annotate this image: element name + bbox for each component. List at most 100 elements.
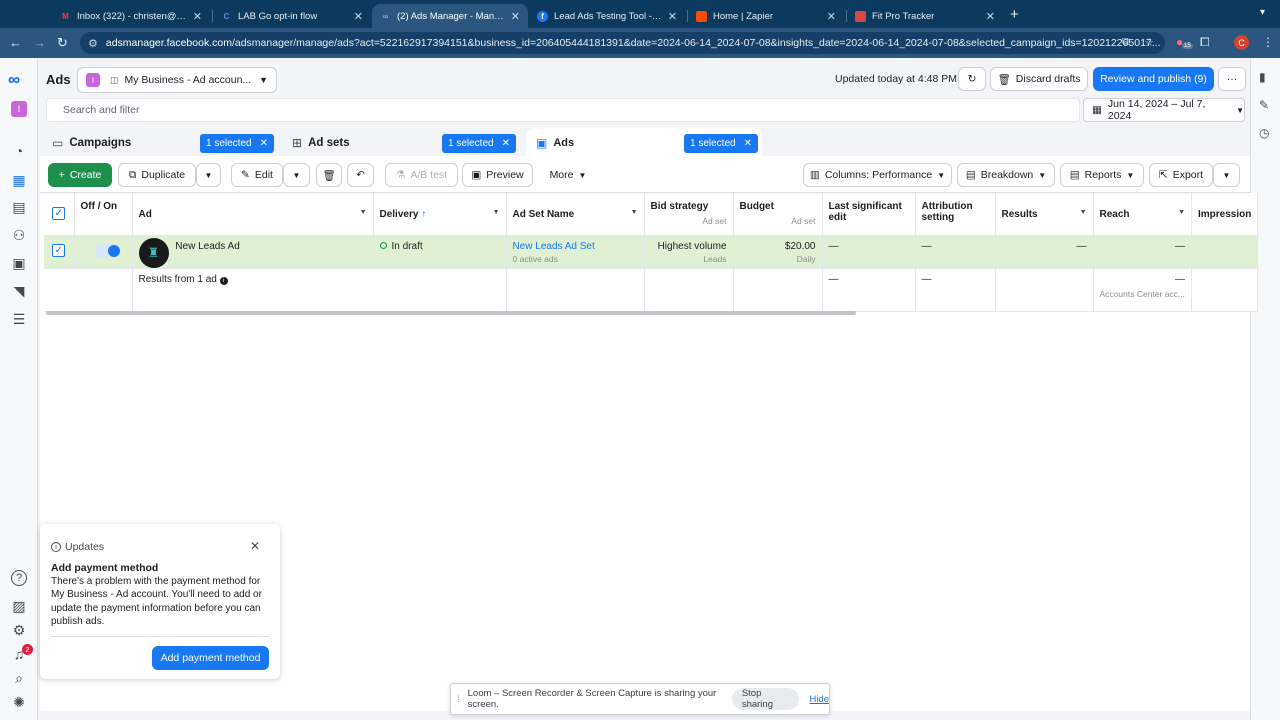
row-checkbox[interactable]: ✓ [52,243,66,257]
columns-button[interactable]: ▥ Columns: Performance ▼ [803,163,952,187]
close-tab-icon[interactable]: ✕ [511,10,520,23]
column-header-ad[interactable]: Ad ▼ [132,193,374,236]
select-all-header[interactable]: ✓ [44,193,75,236]
close-tab-icon[interactable]: ✕ [827,10,836,23]
debug-bug-icon[interactable]: ✺ [10,693,28,711]
chevron-down-icon[interactable]: ▼ [360,209,367,216]
refresh-button[interactable]: ↻ [958,67,986,91]
browser-tab-lead-ads-testing[interactable]: f Lead Ads Testing Tool - Meta ✕ [529,4,685,28]
edit-pencil-icon[interactable]: ✎ [1259,98,1269,112]
close-popup-icon[interactable]: ✕ [250,539,260,553]
delete-button[interactable]: 🗑 [316,163,342,187]
export-dropdown-button[interactable]: ▼ [1213,163,1240,187]
browser-tab-gmail[interactable]: M Inbox (322) - christen@ignitio ✕ [52,4,210,28]
column-header-ad-set-name[interactable]: Ad Set Name ▼ [506,193,645,236]
new-tab-icon[interactable]: + [1010,6,1019,23]
audiences-icon[interactable]: ⚇ [10,226,28,244]
column-header-budget[interactable]: Budget Ad set [733,193,823,236]
export-button[interactable]: ⇱ Export [1149,163,1213,187]
horizontal-scrollbar[interactable] [46,311,856,315]
browser-tab-ads-manager[interactable]: ∞ (2) Ads Manager - Manage ads ✕ [372,4,528,28]
more-menu-button[interactable]: More ▼ [540,163,596,187]
site-settings-icon[interactable]: ⚙ [88,37,98,50]
extensions-puzzle-icon[interactable]: ⧠ [1200,35,1210,50]
address-bar[interactable]: ⚙ adsmanager.facebook.com/adsmanager/man… [80,32,1165,54]
ad-on-off-toggle[interactable] [94,243,121,258]
forward-icon[interactable]: → [33,35,46,50]
column-header-attribution-setting[interactable]: Attribution setting [915,193,996,236]
reports-icon[interactable]: ▤ [10,198,28,216]
account-avatar[interactable]: I [11,101,27,117]
history-clock-icon[interactable]: ◷ [1259,126,1269,140]
profile-avatar[interactable]: C [1234,35,1249,50]
chevron-down-icon[interactable]: ▼ [1080,209,1087,216]
sort-ascending-icon[interactable]: ↑ [421,209,426,220]
settings-gear-icon[interactable]: ⚙ [10,621,28,639]
browser-tab-fit-pro[interactable]: Fit Pro Tracker ✕ [847,4,1003,28]
ads-manager-table-icon[interactable]: ▦ [10,171,28,189]
ad-name[interactable]: New Leads Ad [175,241,240,252]
preview-button[interactable]: ▣ Preview [462,163,533,187]
megaphone-icon[interactable]: ◥ [10,282,28,300]
reload-icon[interactable]: ↻ [57,35,68,51]
duplicate-button[interactable]: ⧉ Duplicate [118,163,196,187]
budget-value[interactable]: $20.00 [740,241,816,252]
column-header-bid-strategy[interactable]: Bid strategy Ad set [644,193,734,236]
tab-campaigns[interactable]: ▭ Campaigns [52,128,131,158]
clear-selection-icon[interactable]: ✕ [260,138,268,149]
review-and-publish-button[interactable]: Review and publish (9) [1093,67,1214,91]
close-tab-icon[interactable]: ✕ [193,10,202,23]
clear-selection-icon[interactable]: ✕ [502,138,510,149]
tab-ad-sets[interactable]: ⊞ Ad sets [292,128,350,158]
discard-drafts-button[interactable]: 🗑 Discard drafts [990,67,1088,91]
close-tab-icon[interactable]: ✕ [986,10,995,23]
account-selector[interactable]: I ◫ My Business - Ad accoun... ▼ [77,67,277,93]
column-header-off-on[interactable]: Off / On [74,193,133,236]
clear-selection-icon[interactable]: ✕ [744,138,752,149]
search-icon[interactable]: ⌕ [10,669,28,687]
browser-menu-icon[interactable]: ⋮ [1262,35,1274,49]
meta-logo-icon[interactable]: ∞ [8,70,20,90]
stop-sharing-button[interactable]: Stop sharing [731,688,800,710]
adsets-selected-pill[interactable]: 1 selected ✕ [442,134,516,153]
edit-dropdown-button[interactable]: ▼ [283,163,310,187]
info-icon[interactable]: i [219,276,228,285]
duplicate-dropdown-button[interactable]: ▼ [196,163,221,187]
chart-icon[interactable]: ▮ [1259,70,1266,84]
column-header-results[interactable]: Results ▼ [995,193,1094,236]
column-header-impressions[interactable]: Impression [1191,193,1259,236]
dashboard-gauge-icon[interactable]: ◔ [10,142,28,160]
chevron-down-icon[interactable]: ▼ [493,209,500,216]
bookmark-star-icon[interactable]: ☆ [1144,36,1154,49]
more-options-button[interactable]: ··· [1218,67,1246,91]
hide-link[interactable]: Hide [809,694,829,705]
campaigns-selected-pill[interactable]: 1 selected ✕ [200,134,274,153]
select-all-checkbox[interactable]: ✓ [52,207,66,220]
browser-tab-lab[interactable]: C LAB Go opt-in flow ✕ [213,4,371,28]
billing-icon[interactable]: ▣ [10,254,28,272]
tab-ads[interactable]: ▣ Ads [536,128,574,158]
column-header-delivery[interactable]: Delivery ↑ ▼ [373,193,507,236]
drag-handle-icon[interactable]: ⁞ [457,694,460,705]
chevron-down-icon[interactable]: ▼ [631,209,638,216]
install-app-icon[interactable]: ⧉ [1122,36,1130,49]
help-icon[interactable]: ? [11,570,27,586]
chevron-down-icon[interactable]: ▼ [1178,209,1185,216]
back-icon[interactable]: ← [9,35,22,50]
ads-selected-pill[interactable]: 1 selected ✕ [684,134,758,153]
undo-button[interactable]: ↶ [347,163,374,187]
all-tools-menu-icon[interactable]: ☰ [10,310,28,328]
reports-button[interactable]: ▤ Reports ▼ [1060,163,1144,187]
date-range-picker[interactable]: ▦ Jun 14, 2024 – Jul 7, 2024 ▼ [1083,98,1245,122]
search-and-filter-input[interactable]: Search and filter [46,98,1080,122]
ad-thumbnail[interactable]: ♜ [138,237,169,267]
edit-button[interactable]: ✎ Edit [231,163,283,187]
ab-test-button[interactable]: ⚗ A/B test [385,163,458,187]
create-button[interactable]: + Create [48,163,112,187]
add-payment-method-button[interactable]: Add payment method [152,646,269,670]
column-header-last-significant-edit[interactable]: Last significant edit [822,193,916,236]
table-row[interactable]: ✓ ♜ New Leads Ad In draft New Leads Ad S… [44,235,1259,269]
close-tab-icon[interactable]: ✕ [668,10,677,23]
breakdown-button[interactable]: ▤ Breakdown ▼ [957,163,1055,187]
tab-search-icon[interactable]: ▾ [1260,7,1265,18]
